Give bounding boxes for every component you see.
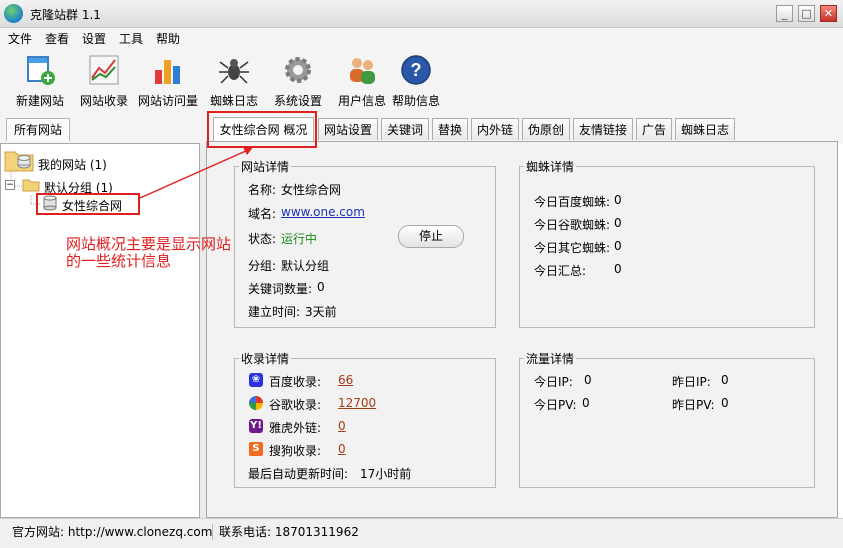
chart-icon (89, 55, 119, 85)
spider-other-label: 今日其它蜘蛛: (534, 241, 611, 255)
yahoo-icon: Y! (249, 419, 263, 433)
created-time-value: 3天前 (305, 305, 337, 319)
spider-other-value: 0 (614, 239, 622, 253)
yahoo-links-label: 雅虎外链: (269, 421, 322, 435)
svg-text:?: ? (411, 60, 422, 80)
annotation-tab-highlight (207, 111, 317, 148)
tab-site-settings[interactable]: 网站设置 (318, 118, 378, 140)
site-domain-label: 域名: (248, 207, 277, 221)
help-info-label: 帮助信息 (391, 94, 440, 108)
baidu-index-label: 百度收录: (269, 375, 322, 389)
today-ip-label: 今日IP: (534, 375, 573, 389)
today-pv-value: 0 (582, 396, 590, 410)
sogou-index-label: 搜狗收录: (269, 444, 322, 458)
today-ip-value: 0 (584, 373, 592, 387)
annotation-line-1: 网站概况主要是显示网站 (66, 235, 232, 253)
index-detail-legend: 收录详情 (241, 352, 290, 366)
spider-google-label: 今日谷歌蜘蛛: (534, 218, 611, 232)
traffic-detail-legend: 流量详情 (526, 352, 575, 366)
maximize-button[interactable]: □ (798, 5, 815, 22)
tab-links[interactable]: 内外链 (471, 118, 519, 140)
site-domain-link[interactable]: www.one.com (281, 205, 365, 219)
yesterday-pv-label: 昨日PV: (672, 398, 715, 412)
minimize-button[interactable]: _ (776, 5, 793, 22)
site-status-value: 运行中 (281, 232, 318, 246)
spider-baidu-label: 今日百度蜘蛛: (534, 195, 611, 209)
help-info-button[interactable]: ? 帮助信息 (384, 50, 448, 114)
folder-root-icon (4, 148, 34, 172)
menu-view[interactable]: 查看 (45, 30, 69, 47)
site-group-value: 默认分组 (281, 259, 330, 273)
site-visits-label: 网站访问量 (137, 94, 198, 108)
keyword-count-value: 0 (317, 280, 325, 294)
site-detail-legend: 网站详情 (241, 160, 290, 174)
yahoo-links-value[interactable]: 0 (338, 419, 346, 433)
annotation-line-2: 的一些统计信息 (66, 252, 172, 270)
spider-detail-legend: 蜘蛛详情 (526, 160, 575, 174)
last-update-label: 最后自动更新时间: (248, 467, 349, 481)
annotation-site-highlight (36, 193, 140, 215)
tree-collapse-toggle[interactable]: − (5, 180, 15, 190)
baidu-icon: ❀ (249, 373, 263, 387)
app-logo-icon (4, 4, 23, 23)
official-website: 官方网站: http://www.clonezq.com (12, 525, 213, 539)
yesterday-ip-value: 0 (721, 373, 729, 387)
menu-help[interactable]: 帮助 (156, 30, 180, 47)
system-settings-button[interactable]: 系统设置 (266, 50, 330, 114)
yesterday-ip-label: 昨日IP: (672, 375, 711, 389)
site-visits-button[interactable]: 网站访问量 (136, 50, 200, 114)
keyword-count-label: 关键词数量: (248, 282, 313, 296)
tab-replace[interactable]: 替换 (432, 118, 468, 140)
tab-friend-links[interactable]: 友情链接 (573, 118, 633, 140)
spider-total-value: 0 (614, 262, 622, 276)
google-icon (249, 396, 263, 410)
tab-all-sites[interactable]: 所有网站 (6, 118, 70, 141)
stop-button[interactable]: 停止 (398, 225, 464, 248)
bar-chart-icon (155, 60, 180, 84)
tab-keywords[interactable]: 关键词 (381, 118, 429, 140)
tab-spider-log[interactable]: 蜘蛛日志 (675, 118, 735, 140)
window-title: 克隆站群 1.1 (30, 8, 101, 22)
annotation-note: 网站概况主要是显示网站 的一些统计信息 (66, 236, 256, 270)
close-button[interactable]: ✕ (820, 5, 837, 22)
traffic-detail-group: 流量详情 (519, 350, 815, 488)
menu-file[interactable]: 文件 (8, 30, 32, 47)
sogou-icon: S (249, 442, 263, 456)
folder-icon (22, 178, 40, 192)
google-index-label: 谷歌收录: (269, 398, 322, 412)
sogou-index-value[interactable]: 0 (338, 442, 346, 456)
menu-settings[interactable]: 设置 (82, 30, 106, 47)
menu-tools[interactable]: 工具 (119, 30, 143, 47)
spider-log-button[interactable]: 蜘蛛日志 (202, 50, 266, 114)
tab-pseudo-original[interactable]: 伪原创 (522, 118, 570, 140)
users-icon (350, 58, 375, 84)
title-bar (0, 0, 843, 28)
spider-baidu-value: 0 (614, 193, 622, 207)
spider-total-label: 今日汇总: (534, 264, 587, 278)
created-time-label: 建立时间: (248, 305, 301, 319)
site-index-button[interactable]: 网站收录 (72, 50, 136, 114)
gear-icon (285, 57, 311, 83)
status-separator (212, 524, 213, 540)
yesterday-pv-value: 0 (721, 396, 729, 410)
baidu-index-value[interactable]: 66 (338, 373, 353, 387)
google-index-value[interactable]: 12700 (338, 396, 376, 410)
today-pv-label: 今日PV: (534, 398, 577, 412)
new-site-button[interactable]: 新建网站 (8, 50, 72, 114)
last-update-value: 17小时前 (360, 467, 412, 481)
spider-google-value: 0 (614, 216, 622, 230)
tree-root-label[interactable]: 我的网站 (1) (38, 156, 107, 173)
contact-phone: 联系电话: 18701311962 (219, 525, 359, 539)
spider-icon (219, 59, 249, 84)
help-icon: ? (401, 55, 431, 85)
new-site-icon (27, 56, 55, 85)
tab-ads[interactable]: 广告 (636, 118, 672, 140)
site-name-label: 名称: (248, 183, 277, 197)
site-name-value: 女性综合网 (281, 183, 342, 197)
